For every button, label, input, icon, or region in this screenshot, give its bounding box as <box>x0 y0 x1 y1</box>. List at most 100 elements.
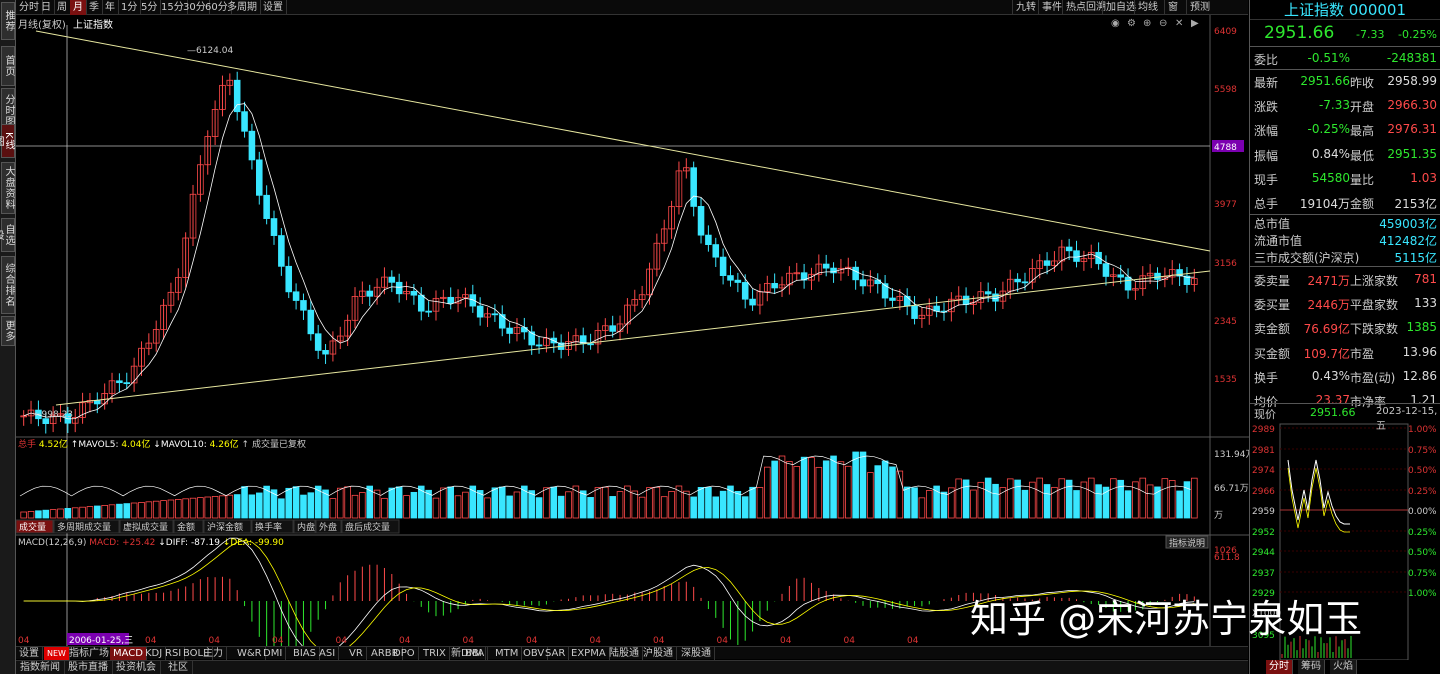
indicator-tab-11[interactable]: ASI <box>316 647 340 660</box>
zoom-out-icon[interactable]: ⊖ <box>1159 18 1167 29</box>
side-rail-item-5[interactable]: 自选股 <box>0 218 15 252</box>
candle-body <box>822 263 830 269</box>
side-rail-item-4[interactable]: 大盘资料 <box>1 162 15 214</box>
quote-value: 2446万 <box>1307 298 1350 313</box>
toolbar-right-5[interactable]: 窗 <box>1164 0 1181 15</box>
candle-body <box>1065 246 1073 252</box>
quote-row: 换手 0.43% 市盈(动) 12.86 <box>1254 364 1437 388</box>
indicator-tab-14[interactable]: DPO <box>390 647 419 660</box>
indicator-tab-22[interactable]: 陆股通 <box>606 647 643 660</box>
toolbar-right-0[interactable]: 九转 <box>1012 0 1039 15</box>
next-icon[interactable]: ▶ <box>1191 18 1199 29</box>
volume-tab-5[interactable]: 换手率 <box>251 519 294 534</box>
indicator-tab-23[interactable]: 沪股通 <box>640 647 677 660</box>
side-rail-item-1[interactable]: 首页 <box>1 46 15 86</box>
volume-legend: 总手 4.52亿 ↑MAVOL5: 4.04亿 ↓MAVOL10: 4.26亿 … <box>18 438 306 450</box>
indicator-tab-18[interactable]: MTM <box>492 647 523 660</box>
candle-body <box>506 327 513 334</box>
volume-bar <box>1124 490 1132 519</box>
mini-axis-right: 1.00% <box>1408 425 1437 435</box>
toolbar-right-6[interactable]: 预测 <box>1186 0 1213 15</box>
volume-bar <box>57 508 64 519</box>
mini-tab-1[interactable]: 筹码 <box>1298 660 1325 674</box>
indicator-help-button[interactable]: 指标说明 <box>1165 535 1209 549</box>
side-rail-item-0[interactable]: 推荐 <box>1 2 15 40</box>
candle-body <box>417 294 425 312</box>
status-item-0[interactable]: 指数新闻 <box>16 661 65 674</box>
indicator-tab-7[interactable]: 主力 <box>200 647 227 660</box>
period-tab-2[interactable]: 周 <box>54 0 71 15</box>
indicator-tab-2[interactable]: 指标广场 <box>66 647 113 660</box>
candle-body <box>388 276 396 283</box>
volume-tab-4[interactable]: 沪深金额 <box>203 519 252 534</box>
mini-tab-0[interactable]: 分时 <box>1266 660 1293 674</box>
indicator-tab-15[interactable]: TRIX <box>420 647 450 660</box>
status-item-3[interactable]: 社区 <box>164 661 193 674</box>
indicator-tab-12[interactable]: VR <box>346 647 367 660</box>
volume-bar <box>204 496 212 519</box>
candle-body <box>889 297 896 301</box>
volume-bar <box>822 460 830 519</box>
mini-axis-right: 0.75% <box>1408 446 1437 456</box>
candle-body <box>322 350 329 355</box>
period-tab-12[interactable]: 设置 <box>260 0 287 15</box>
mini-tab-2[interactable]: 火焰 <box>1330 660 1357 674</box>
indicator-tab-17[interactable]: BBI <box>462 647 486 660</box>
volume-tab-6[interactable]: 内盘 <box>293 519 316 534</box>
volume-tab-8[interactable]: 盘后成交量 <box>341 519 400 534</box>
volume-bar <box>587 497 594 519</box>
period-tab-4[interactable]: 季 <box>86 0 103 15</box>
toolbar-right-4[interactable]: 均线 <box>1134 0 1161 15</box>
side-rail-item-3[interactable]: K线图 <box>0 124 15 158</box>
status-item-2[interactable]: 投资机会 <box>112 661 161 674</box>
indicator-tab-21[interactable]: EXPMA <box>568 647 610 660</box>
side-rail-item-6[interactable]: 综合排名 <box>1 256 15 314</box>
volume-bar <box>741 496 749 519</box>
quote-label: 振幅 <box>1254 148 1279 163</box>
quote-label-2: 量比 <box>1350 172 1375 187</box>
quote-label: 涨跌 <box>1254 100 1279 115</box>
close-icon[interactable]: ✕ <box>1175 18 1183 29</box>
volume-bar <box>248 494 256 519</box>
period-tab-1[interactable]: 日 <box>38 0 55 15</box>
candle-body <box>1124 276 1132 291</box>
volume-bar <box>764 466 771 519</box>
status-item-1[interactable]: 股市直播 <box>64 661 113 674</box>
indicator-tab-24[interactable]: 深股通 <box>678 647 715 660</box>
quote-value-2: 2153亿 <box>1394 197 1437 211</box>
mini-chart-tabs: 分时 筹码 火焰 <box>1250 660 1440 674</box>
settings-icon[interactable]: ⚙ <box>1127 18 1136 29</box>
volume-tab-2[interactable]: 虚拟成交量 <box>119 519 174 534</box>
indicator-tab-9[interactable]: DMI <box>260 647 287 660</box>
app-window: 推荐首页分时图K线图大盘资料自选股综合排名更多 分时日周月季年1分5分15分30… <box>0 0 1440 674</box>
crosshair-price: 4788 <box>1214 143 1237 153</box>
volume-bar <box>197 497 204 519</box>
period-tab-5[interactable]: 年 <box>102 0 119 15</box>
toolbar-right-1[interactable]: 事件 <box>1038 0 1065 15</box>
candle-body <box>447 296 454 304</box>
period-tab-3[interactable]: 月 <box>70 0 87 15</box>
side-rail-item-7[interactable]: 更多 <box>1 316 15 346</box>
volume-bar <box>550 486 558 519</box>
quote-value-2: 12.86 <box>1402 368 1437 383</box>
indicator-tab-20[interactable]: SAR <box>542 647 570 660</box>
volume-tab-1[interactable]: 多周期成交量 <box>53 519 120 534</box>
volume-bar <box>911 487 918 519</box>
volume-bar <box>498 486 506 519</box>
eye-icon[interactable]: ◉ <box>1111 18 1120 29</box>
period-tab-11[interactable]: 多周期 <box>224 0 261 15</box>
volume-bar <box>778 455 786 519</box>
indicator-tabs: 设置 NEW 指标广场 MACD KDJ RSI BOLL 主力 W&R DMI BIAS ASI VR… <box>16 646 1248 660</box>
kline-chart[interactable]: 6409 5598 4788 3977 3156 2345 1535 —6124.04 ←998… <box>16 15 1249 646</box>
volume-tab-7[interactable]: 外盘 <box>315 519 342 534</box>
volume-bar <box>1043 484 1051 519</box>
zoom-in-icon[interactable]: ⊕ <box>1143 18 1151 29</box>
volume-tab-3[interactable]: 金额 <box>173 519 204 534</box>
trend-line-upper <box>35 30 1211 252</box>
volume-bar <box>638 496 646 519</box>
volume-bar <box>226 494 234 519</box>
volume-bar <box>417 485 425 519</box>
volume-tab-0[interactable]: 成交量 <box>16 519 54 534</box>
mini-axis-left: 2952 <box>1252 528 1275 538</box>
indicator-tab-0[interactable]: 设置 <box>16 647 43 660</box>
